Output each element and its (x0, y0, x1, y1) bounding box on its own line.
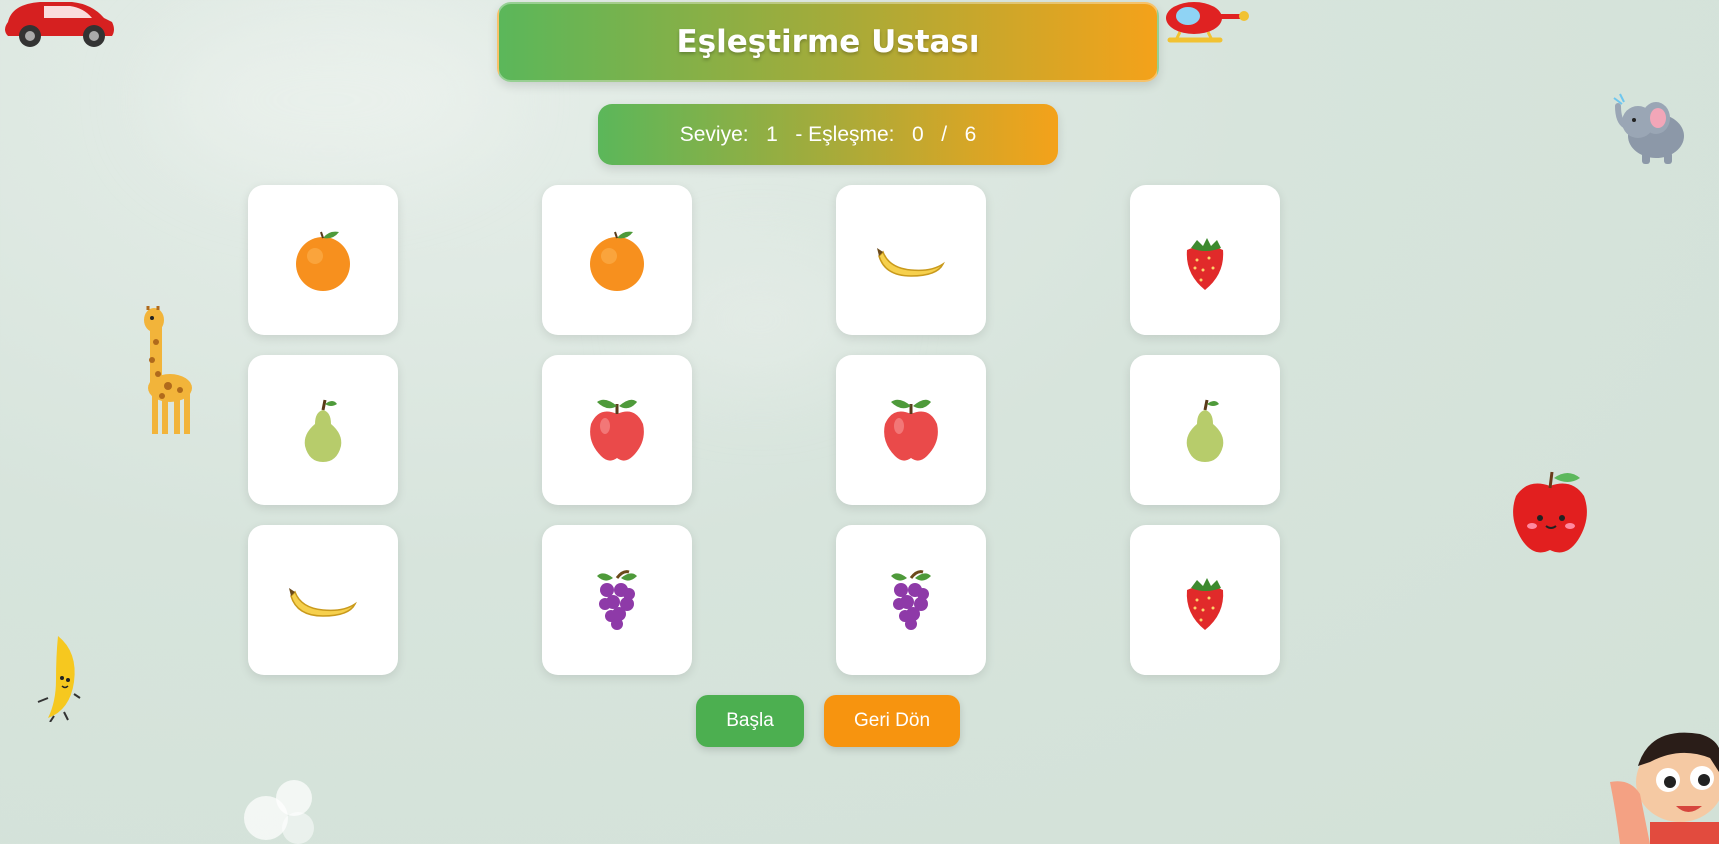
memory-card[interactable] (836, 525, 986, 675)
apple-icon (590, 399, 644, 461)
memory-card[interactable] (836, 355, 986, 505)
memory-card[interactable] (1130, 185, 1280, 335)
background-blob (160, 20, 500, 180)
memory-card[interactable] (836, 185, 986, 335)
elephant-icon (1612, 92, 1692, 172)
banana-icon (289, 588, 357, 617)
memory-card[interactable] (248, 355, 398, 505)
strawberry-icon (1186, 578, 1224, 630)
match-label: - Eşleşme: (795, 122, 895, 146)
game-title: Eşleştirme Ustası (676, 24, 980, 60)
start-button[interactable]: Başla (696, 695, 804, 747)
pear-icon (304, 399, 342, 462)
giraffe-icon (132, 302, 206, 440)
game-title-banner: Eşleştirme Ustası (497, 2, 1159, 82)
back-button[interactable]: Geri Dön (824, 695, 960, 747)
match-count: 0 (912, 122, 924, 146)
memory-card[interactable] (1130, 525, 1280, 675)
apple-character-icon (1508, 468, 1594, 562)
orange-icon (590, 231, 644, 291)
boy-character-icon (1610, 722, 1719, 844)
memory-card[interactable] (542, 355, 692, 505)
level-value: 1 (766, 122, 778, 146)
memory-card[interactable] (542, 185, 692, 335)
helicopter-icon (1156, 0, 1251, 58)
pear-icon (1186, 399, 1224, 462)
orange-icon (296, 231, 350, 291)
apple-icon (884, 399, 938, 461)
memory-card[interactable] (248, 185, 398, 335)
level-label: Seviye: (679, 122, 749, 146)
banana-character-icon (34, 632, 84, 726)
memory-card[interactable] (1130, 355, 1280, 505)
strawberry-icon (1186, 238, 1224, 290)
memory-card[interactable] (542, 525, 692, 675)
grapes-icon (891, 570, 931, 630)
status-bar: Seviye: 1 - Eşleşme: 0 / 6 (598, 104, 1058, 165)
cloud-icon (236, 772, 326, 844)
match-total: 6 (964, 122, 977, 146)
car-icon (0, 0, 118, 54)
banana-icon (877, 248, 945, 277)
memory-card[interactable] (248, 525, 398, 675)
grapes-icon (597, 570, 637, 630)
